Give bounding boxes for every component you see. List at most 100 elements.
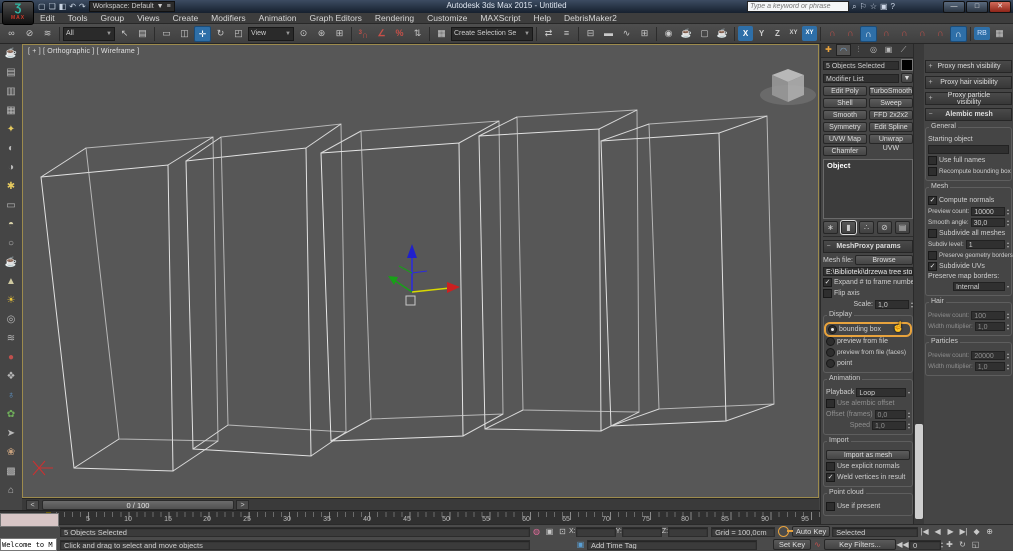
pattern-icon[interactable]: ▩ [6, 462, 15, 481]
map-borders-dropdown[interactable]: Internal [952, 282, 1005, 291]
mirror-icon[interactable]: ⇄ [540, 26, 557, 42]
selection-lock-icon[interactable]: ▣ [543, 527, 556, 536]
table-icon[interactable]: ▦ [6, 101, 15, 120]
modifier-ffd-button[interactable]: FFD 2x2x2 [868, 110, 913, 120]
configure-modifier-sets-icon[interactable]: ▤ [895, 221, 910, 234]
snap-vertex-icon[interactable]: ∩ [860, 25, 877, 42]
particles-preview-spinner[interactable]: ▴ ▾ [1007, 351, 1009, 360]
menu-rendering[interactable]: Rendering [375, 13, 414, 23]
pan-view-icon[interactable]: ✚ [943, 540, 956, 549]
rendered-frame-window-icon[interactable]: ▢ [696, 26, 713, 42]
menu-maxscript[interactable]: MAXScript [480, 13, 520, 23]
menu-graph-editors[interactable]: Graph Editors [309, 13, 361, 23]
maximize-button[interactable]: □ [966, 1, 988, 13]
align-icon[interactable]: ≡ [558, 26, 575, 42]
material-editor-icon[interactable]: ◉ [660, 26, 677, 42]
unlink-selection-icon[interactable]: ⊘ [21, 26, 38, 42]
building-icon[interactable]: ⌂ [8, 481, 14, 500]
snap-grid-icon[interactable]: ∩ [824, 26, 841, 42]
menu-animation[interactable]: Animation [259, 13, 297, 23]
history-icon[interactable]: ↺ [1009, 26, 1013, 42]
maximize-viewport-icon[interactable]: ◱ [969, 540, 982, 549]
preview-count-field[interactable]: 10000 [971, 207, 1005, 216]
select-and-rotate-icon[interactable]: ↻ [212, 26, 229, 42]
disc-icon[interactable]: ◎ [7, 310, 16, 329]
rollout-proxy-hair-visibility[interactable]: + Proxy hair visibility [925, 76, 1012, 89]
subscription-icon[interactable]: ⚐ [860, 2, 867, 11]
select-object-icon[interactable]: ↖ [116, 26, 133, 42]
rollout-alembic-mesh[interactable]: − Alembic mesh [925, 108, 1012, 121]
spotlight-icon[interactable]: ◐ [8, 139, 14, 158]
menu-tools[interactable]: Tools [68, 13, 88, 23]
hair-width-spinner[interactable]: ▴ ▾ [1007, 322, 1009, 331]
point-radio[interactable] [826, 359, 835, 368]
particles-preview-count-field[interactable]: 20000 [971, 351, 1005, 360]
auto-key-button[interactable]: Auto Key [792, 526, 831, 537]
set-key-button[interactable]: Set Key [773, 539, 811, 550]
menu-views[interactable]: Views [137, 13, 160, 23]
snap-face-icon[interactable]: ∩ [914, 26, 931, 42]
reference-coordinate-dropdown[interactable]: View ▼ [248, 26, 294, 41]
use-if-present-checkbox[interactable] [826, 502, 835, 511]
subdiv-level-spinner[interactable]: ▴ ▾ [1007, 240, 1009, 249]
object-name-field[interactable]: 5 Objects Selected [823, 60, 899, 70]
layer-manager-icon[interactable]: ⊟ [582, 26, 599, 42]
viewcube[interactable] [760, 69, 816, 105]
collapse-icon[interactable]: − [824, 243, 833, 250]
key-mode-icon[interactable]: ◆ [970, 527, 983, 536]
modifier-stack[interactable]: Object [823, 159, 913, 219]
teapot-icon[interactable]: ☕ [5, 253, 17, 272]
starting-object-field[interactable] [928, 145, 1009, 154]
snap-edge-icon[interactable]: ∩ [932, 26, 949, 42]
dome-icon[interactable]: ◓ [8, 215, 14, 234]
red-sphere-icon[interactable]: ● [8, 348, 14, 367]
render-setup-icon[interactable]: ☕ [678, 26, 695, 42]
light-create-icon[interactable]: ✦ [7, 120, 15, 139]
curve-editor-icon[interactable]: ∿ [618, 26, 635, 42]
selection-filter-dropdown[interactable]: All ▼ [63, 26, 115, 41]
play-icon[interactable]: ▶ [944, 527, 957, 536]
molecule-icon[interactable]: ❖ [7, 367, 16, 386]
new-key-curves-icon[interactable]: ∿ [811, 540, 824, 549]
rollout-proxy-particle-visibility[interactable]: + Proxy particle visibility [925, 92, 1012, 106]
select-and-move-icon[interactable]: ✛ [194, 25, 211, 42]
render-production-icon[interactable]: ☕ [714, 26, 731, 42]
modifier-edit-poly-button[interactable]: Edit Poly [823, 86, 867, 96]
weld-vertices-checkbox[interactable]: ✓ [826, 473, 835, 482]
next-key-icon[interactable]: ▶| [957, 527, 970, 536]
modifier-unwrap-uvw-button[interactable]: Unwrap UVW [868, 134, 913, 152]
modifier-smooth-button[interactable]: Smooth [823, 110, 867, 120]
make-unique-icon[interactable]: ∴ [859, 221, 874, 234]
expand-frame-checkbox[interactable]: ✓ [823, 278, 832, 287]
preview-count-spinner[interactable]: ▴ ▾ [1007, 207, 1009, 216]
modifier-list-dropdown[interactable]: Modifier List [823, 73, 899, 83]
explicit-normals-checkbox[interactable] [826, 462, 835, 471]
tab-modify-icon[interactable]: ◠ [836, 44, 851, 56]
percent-snap-icon[interactable]: % [391, 26, 408, 42]
expand-icon[interactable]: + [926, 79, 935, 86]
collapse-icon[interactable]: − [926, 111, 935, 118]
expand-icon[interactable]: + [926, 63, 935, 70]
subdivide-all-checkbox[interactable] [928, 229, 937, 238]
pin-stack-icon[interactable]: ∗ [823, 221, 838, 234]
menu-modifiers[interactable]: Modifiers [211, 13, 245, 23]
earth-icon[interactable]: ♁ [7, 386, 15, 405]
orbit-view-icon[interactable]: ↻ [956, 540, 969, 549]
schematic-view-icon[interactable]: ⊞ [636, 26, 653, 42]
recompute-bbox-checkbox[interactable] [928, 167, 937, 176]
use-pivot-point-icon[interactable]: ⊙ [295, 26, 312, 42]
hair-preview-count-field[interactable]: 100 [971, 311, 1005, 320]
cone-icon[interactable]: ▲ [6, 272, 16, 291]
window-crossing-icon[interactable]: ◫ [176, 26, 193, 42]
favorites-icon[interactable]: ☆ [870, 2, 877, 11]
previous-key-icon[interactable]: ◀ [931, 527, 944, 536]
axis-constraint-x-button[interactable]: X [738, 26, 753, 41]
scene-explorer-icon[interactable]: ▦ [991, 26, 1008, 42]
next-frame-button[interactable]: > [236, 500, 249, 510]
projector-icon[interactable]: ◑ [8, 158, 14, 177]
modifier-symmetry-button[interactable]: Symmetry [823, 122, 867, 132]
select-and-manipulate-icon[interactable]: ⊛ [313, 26, 330, 42]
macro-recorder-field[interactable] [0, 513, 59, 527]
close-button[interactable]: ✕ [989, 1, 1011, 13]
display-option-preview-file[interactable]: preview from file [826, 337, 910, 346]
